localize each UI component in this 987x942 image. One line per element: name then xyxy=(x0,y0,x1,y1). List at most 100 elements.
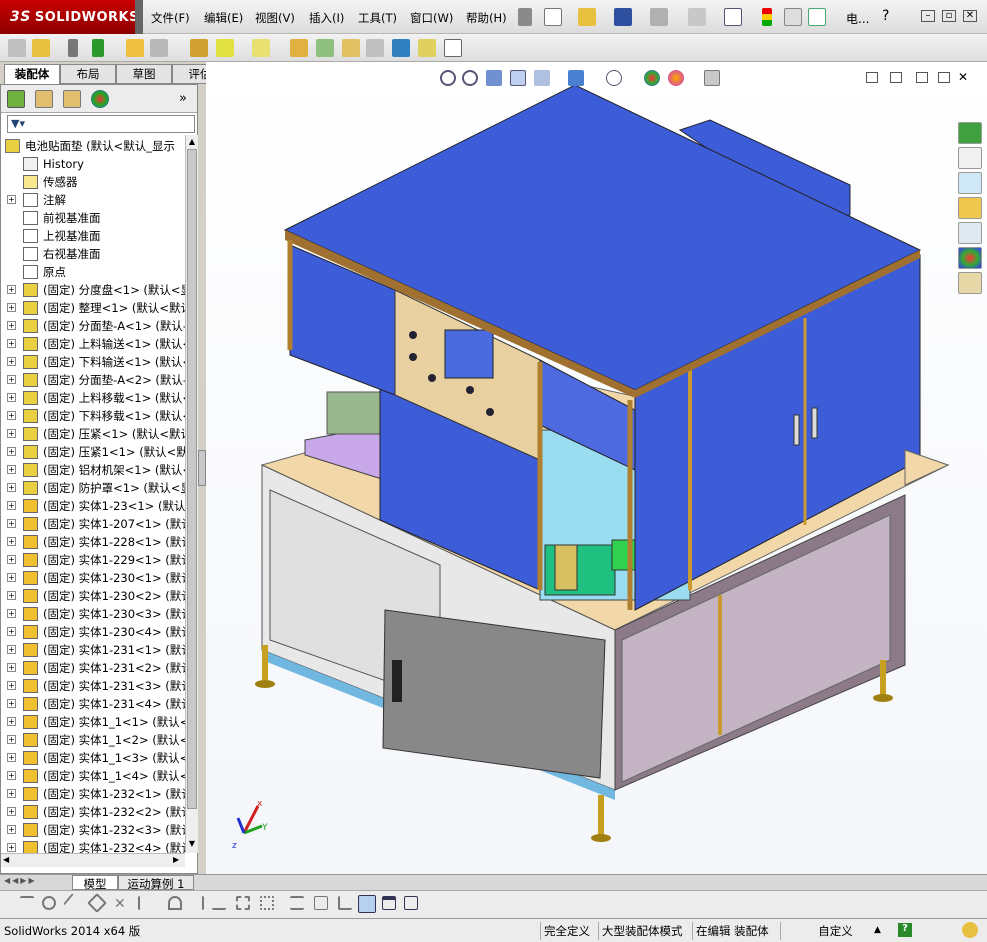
tree-item[interactable]: + (固定) 实体1-231<1> (默认 xyxy=(1,641,185,659)
tree-item[interactable]: + (固定) 压紧1<1> (默认<默 xyxy=(1,443,185,461)
help-status-icon[interactable]: ? xyxy=(898,923,912,937)
zoom-to-area-icon[interactable] xyxy=(462,70,478,86)
select-pointer-icon[interactable] xyxy=(724,8,742,26)
pin-icon[interactable] xyxy=(518,8,532,26)
expand-toggle-icon[interactable]: + xyxy=(7,447,16,456)
linear-pattern-icon[interactable] xyxy=(92,39,104,57)
expand-toggle-icon[interactable]: + xyxy=(7,501,16,510)
clearance-verification-icon[interactable] xyxy=(418,39,436,57)
expand-toggle-icon[interactable]: + xyxy=(7,339,16,348)
convert-entities-icon[interactable] xyxy=(138,896,152,910)
tree-item[interactable]: + (固定) 铝材机架<1> (默认< xyxy=(1,461,185,479)
menu-item-4[interactable]: 工具(T) xyxy=(358,10,397,26)
expand-toggle-icon[interactable]: + xyxy=(7,789,16,798)
undo-icon[interactable] xyxy=(688,8,706,26)
zoom-to-fit-icon[interactable] xyxy=(440,70,456,86)
scroll-up-icon[interactable]: ▲ xyxy=(187,137,197,147)
print-icon[interactable] xyxy=(650,8,668,26)
scroll-thumb[interactable] xyxy=(187,149,197,809)
view-palette-icon[interactable] xyxy=(958,222,982,244)
menu-item-3[interactable]: 插入(I) xyxy=(309,10,344,26)
minimize-icon[interactable]: – xyxy=(921,10,935,22)
view-orientation-icon[interactable] xyxy=(534,70,550,86)
assembly-model-view[interactable]: x Y z xyxy=(206,62,987,874)
close-icon[interactable]: ✕ xyxy=(963,10,977,22)
graphics-area[interactable]: x Y z xyxy=(206,62,987,874)
expand-toggle-icon[interactable]: + xyxy=(7,807,16,816)
expand-toggle-icon[interactable]: + xyxy=(7,537,16,546)
view-settings-icon[interactable] xyxy=(704,70,720,86)
tree-horizontal-scrollbar[interactable]: ◀ ▶ xyxy=(1,853,185,867)
appearances-icon[interactable] xyxy=(958,247,982,269)
menu-item-5[interactable]: 窗口(W) xyxy=(410,10,453,26)
tree-item[interactable]: + (固定) 实体1-232<2> (默认 xyxy=(1,803,185,821)
smart-fasteners-icon[interactable] xyxy=(126,39,144,57)
expand-toggle-icon[interactable]: + xyxy=(7,357,16,366)
expand-toggle-icon[interactable]: + xyxy=(7,609,16,618)
expand-toggle-icon[interactable]: + xyxy=(7,681,16,690)
search-commands-label[interactable]: 电... xyxy=(846,10,869,27)
open-cabinet-door[interactable] xyxy=(382,609,606,779)
tree-item[interactable]: + (固定) 下料移载<1> (默认< xyxy=(1,407,185,425)
sketch-line-icon[interactable] xyxy=(63,893,83,913)
grid-icon[interactable] xyxy=(314,896,328,910)
mate-paperclip-icon[interactable] xyxy=(68,39,78,57)
expand-toggle-icon[interactable]: + xyxy=(7,663,16,672)
expand-toggle-icon[interactable]: + xyxy=(7,735,16,744)
hide-show-items-icon[interactable] xyxy=(606,70,622,86)
help-icon[interactable]: ? xyxy=(882,8,889,24)
new-document-icon[interactable] xyxy=(544,8,562,26)
insert-component-icon[interactable] xyxy=(8,39,26,57)
previous-view-icon[interactable] xyxy=(486,70,502,86)
viewport-tile-left-icon[interactable] xyxy=(866,72,878,83)
tree-item[interactable]: + (固定) 实体1-230<2> (默认 xyxy=(1,587,185,605)
expand-toggle-icon[interactable]: + xyxy=(7,303,16,312)
display-style-icon[interactable] xyxy=(568,70,584,86)
offset-entities-icon[interactable] xyxy=(168,896,182,910)
menu-item-1[interactable]: 编辑(E) xyxy=(204,10,243,26)
bill-of-materials-icon[interactable] xyxy=(316,39,334,57)
tree-item[interactable]: + (固定) 上料输送<1> (默认< xyxy=(1,335,185,353)
sketch-fillet-icon[interactable] xyxy=(212,896,226,910)
tree-item[interactable]: + (固定) 实体1_1<1> (默认< xyxy=(1,713,185,731)
scroll-right-icon[interactable]: ▶ xyxy=(173,855,179,864)
tab-model[interactable]: 模型 xyxy=(72,875,118,891)
apply-scene-icon[interactable] xyxy=(668,70,684,86)
tree-item[interactable]: 右视基准面 xyxy=(1,245,185,263)
expand-toggle-icon[interactable]: + xyxy=(7,843,16,852)
expand-toggle-icon[interactable]: + xyxy=(7,195,16,204)
property-manager-tab-icon[interactable] xyxy=(35,90,53,108)
tree-item[interactable]: + (固定) 实体1_1<2> (默认< xyxy=(1,731,185,749)
tree-item[interactable]: + (固定) 实体1_1<4> (默认< xyxy=(1,767,185,785)
expand-toggle-icon[interactable]: + xyxy=(7,627,16,636)
expand-toggle-icon[interactable]: + xyxy=(7,645,16,654)
explode-line-sketch-icon[interactable] xyxy=(366,39,384,57)
tree-root-assembly[interactable]: 电池贴面垫 (默认<默认_显示 xyxy=(1,137,185,155)
expand-toggle-icon[interactable]: + xyxy=(7,753,16,762)
expand-toggle-icon[interactable]: + xyxy=(7,591,16,600)
tree-item[interactable]: + (固定) 整理<1> (默认<默认 xyxy=(1,299,185,317)
tree-item[interactable]: 原点 xyxy=(1,263,185,281)
tab-assembly[interactable]: 装配体 xyxy=(4,64,60,84)
exploded-view-icon[interactable] xyxy=(342,39,360,57)
tree-item[interactable]: + (固定) 实体1-23<1> (默认< xyxy=(1,497,185,515)
tree-item[interactable]: History xyxy=(1,155,185,173)
tree-item[interactable]: + (固定) 实体1-228<1> (默认 xyxy=(1,533,185,551)
viewport-tile-right-icon[interactable] xyxy=(890,72,902,83)
new-part-icon[interactable] xyxy=(32,39,50,57)
expand-toggle-icon[interactable]: + xyxy=(7,393,16,402)
tree-item[interactable]: + (固定) 下料输送<1> (默认< xyxy=(1,353,185,371)
menu-item-2[interactable]: 视图(V) xyxy=(255,10,295,26)
tree-item[interactable]: + (固定) 实体1-231<2> (默认 xyxy=(1,659,185,677)
options-icon[interactable] xyxy=(808,8,826,26)
tree-item[interactable]: + (固定) 实体1-230<1> (默认 xyxy=(1,569,185,587)
instant3d-icon[interactable] xyxy=(444,39,462,57)
scroll-down-icon[interactable]: ▼ xyxy=(187,839,197,849)
line-tool-icon[interactable] xyxy=(20,896,34,910)
viewport-close-icon[interactable]: ✕ xyxy=(958,70,968,84)
tree-item[interactable]: + (固定) 分面垫-A<2> (默认- xyxy=(1,371,185,389)
feature-manager-tab-icon[interactable] xyxy=(7,90,25,108)
tree-item[interactable]: + (固定) 实体1-232<1> (默认 xyxy=(1,785,185,803)
tree-item[interactable]: + (固定) 实体1-232<3> (默认 xyxy=(1,821,185,839)
move-component-icon[interactable] xyxy=(150,39,168,57)
